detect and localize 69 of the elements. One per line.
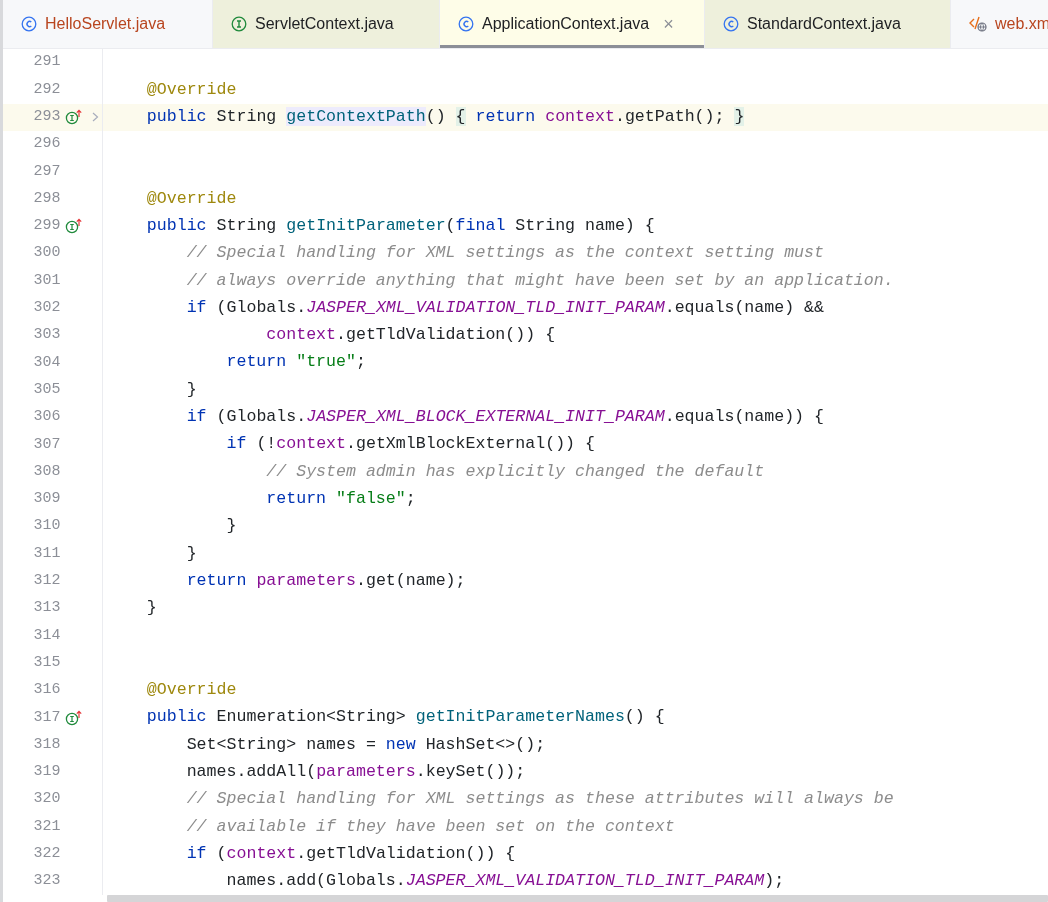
class-icon: [458, 16, 474, 32]
line-number: 300: [32, 243, 61, 264]
line-number: 323: [32, 871, 61, 892]
code-line: // always override anything that might have been set by an application.: [185, 269, 894, 292]
xml-file-icon: [969, 16, 987, 32]
code-line: return "false";: [265, 487, 416, 510]
code-line: return parameters.get(name);: [185, 569, 466, 592]
line-number: 298: [32, 188, 61, 209]
line-number: 301: [32, 270, 61, 291]
line-number: 317: [32, 707, 61, 728]
code-line: public String getContextPath() { return context.getPath(); }: [145, 105, 745, 128]
code-line: public String getInitParameter(final String name) {: [145, 215, 655, 237]
line-number: 315: [32, 652, 61, 673]
line-number: 310: [32, 516, 61, 537]
code-line: }: [185, 378, 197, 401]
line-number: 318: [32, 734, 61, 755]
code-line: if (!context.getXmlBlockExternal()) {: [225, 433, 595, 456]
horizontal-scrollbar[interactable]: [107, 895, 1048, 902]
code-line: if (Globals.JASPER_XML_VALIDATION_TLD_INIT_PARAM.equals(name) &&: [185, 296, 824, 319]
interface-icon: [231, 16, 247, 32]
line-number: 304: [32, 352, 61, 373]
line-number: 297: [32, 161, 61, 182]
line-number: 293: [32, 107, 61, 127]
line-number: 314: [32, 625, 61, 646]
line-number: 291: [32, 52, 61, 73]
line-number: 320: [32, 789, 61, 810]
code-line: context.getTldValidation()) {: [265, 324, 556, 347]
line-number: 302: [32, 298, 61, 319]
code-line: Set<String> names = new HashSet<>();: [185, 733, 546, 756]
editor-tab[interactable]: ServletContext.java: [213, 0, 440, 48]
line-number: 296: [32, 134, 61, 155]
line-number: 299: [32, 216, 61, 237]
code-line: names.addAll(parameters.keySet());: [185, 760, 526, 783]
line-number: 309: [32, 489, 61, 510]
line-number: 319: [32, 762, 61, 783]
line-number: 321: [32, 816, 61, 837]
line-number: 308: [32, 461, 61, 482]
code-line: @Override: [145, 187, 237, 210]
line-number: 303: [32, 325, 61, 346]
line-number: 307: [32, 434, 61, 455]
code-line: // System admin has explicitly changed the default: [265, 460, 765, 483]
code-line: return "true";: [225, 351, 366, 374]
line-number: 313: [32, 598, 61, 619]
editor-tab[interactable]: StandardContext.java: [705, 0, 951, 48]
code-line: // Special handling for XML settings as these attributes will always be: [185, 788, 894, 811]
class-icon: [21, 16, 37, 32]
code-line: // available if they have been set on the context: [185, 815, 675, 838]
code-line: }: [185, 542, 197, 565]
line-number: 312: [32, 571, 61, 592]
code-line: @Override: [145, 679, 237, 702]
code-line: names.add(Globals.JASPER_XML_VALIDATION_TLD_INIT_PARAM);: [225, 870, 785, 893]
line-number: 322: [32, 844, 61, 864]
implements-method-icon[interactable]: [65, 109, 84, 126]
line-number: 311: [32, 543, 61, 564]
code-line: // Special handling for XML settings as the context setting must: [185, 242, 824, 265]
implements-method-icon[interactable]: [65, 218, 84, 235]
code-line: }: [225, 515, 237, 538]
code-line: if (context.getTldValidation()) {: [185, 842, 516, 865]
editor-tab[interactable]: ApplicationContext.java ×: [440, 0, 705, 48]
code-line: }: [145, 597, 157, 620]
code-line: if (Globals.JASPER_XML_BLOCK_EXTERNAL_INIT_PARAM.equals(name)) {: [185, 406, 824, 429]
line-number: 306: [32, 407, 61, 428]
line-number: 292: [32, 79, 61, 100]
code-line: public Enumeration<String> getInitParameterNames() {: [145, 706, 665, 729]
line-number: 305: [32, 379, 61, 400]
implements-method-icon[interactable]: [65, 709, 84, 726]
line-number: 316: [32, 680, 61, 701]
code-line: @Override: [145, 78, 237, 101]
class-icon: [723, 16, 739, 32]
